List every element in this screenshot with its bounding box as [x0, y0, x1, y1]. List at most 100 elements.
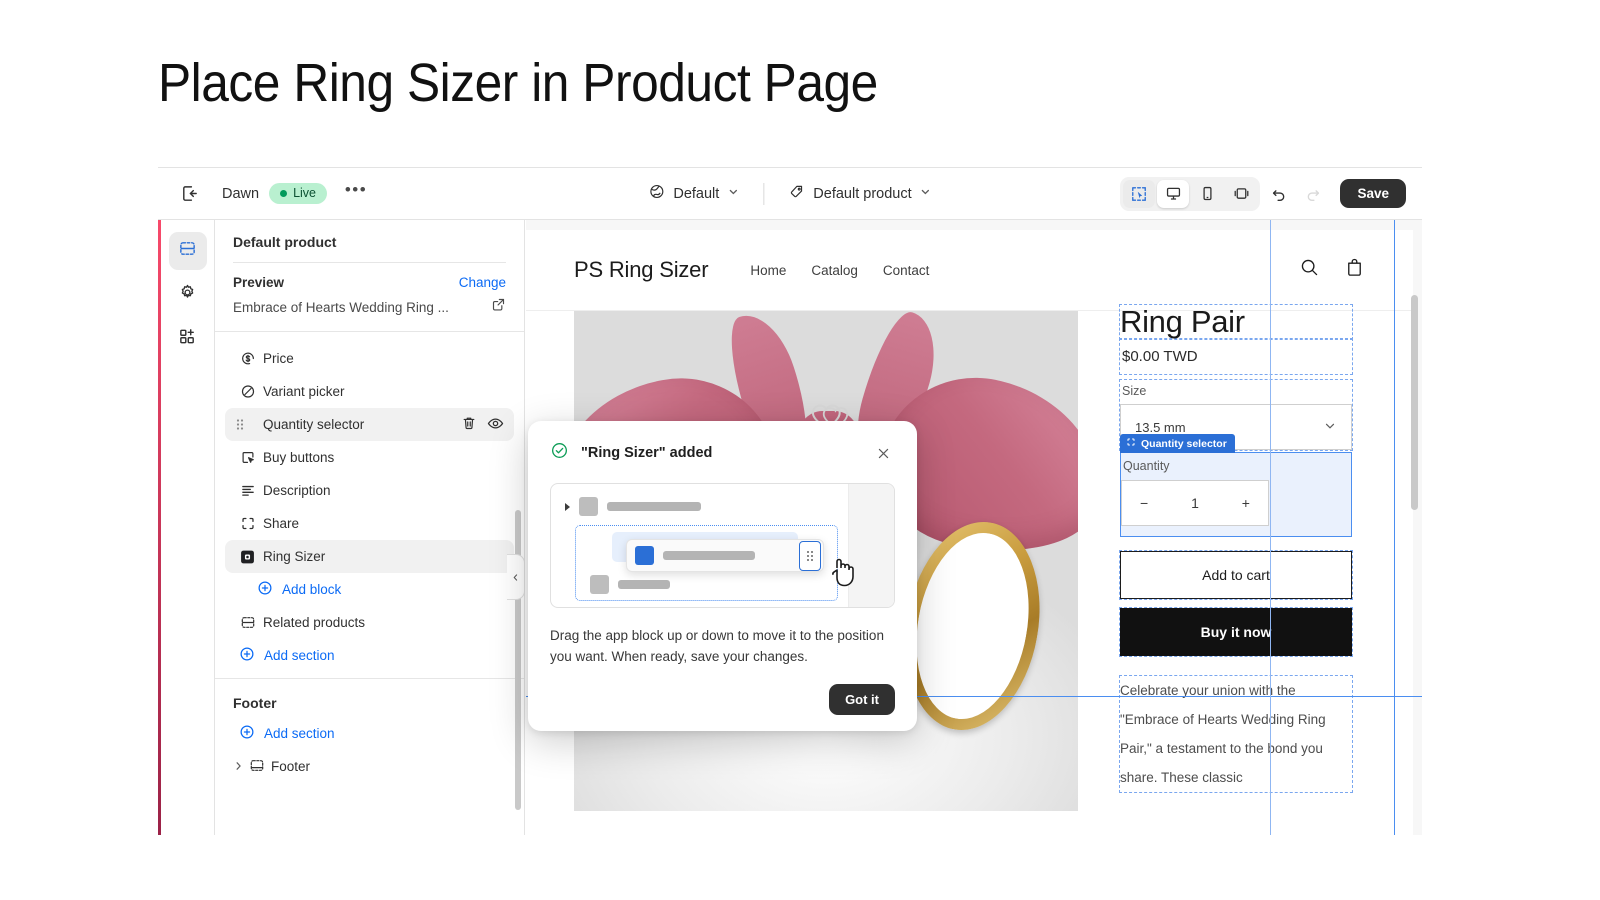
tag-icon — [788, 183, 805, 204]
placeholder-bar — [663, 551, 755, 560]
save-button[interactable]: Save — [1340, 179, 1406, 208]
sidebar-collapse-handle[interactable] — [507, 554, 525, 600]
drag-instruction-illustration — [550, 483, 895, 608]
theme-name[interactable]: Dawn — [222, 186, 259, 202]
section-icon — [239, 614, 256, 631]
drop-zone — [575, 525, 854, 601]
sidebar-block-variant-picker[interactable]: Variant picker — [225, 375, 514, 408]
buy-button-icon — [239, 449, 256, 466]
editor-topbar: Dawn Live ••• Default Default product Sa… — [158, 168, 1422, 220]
desktop-view-button[interactable] — [1157, 179, 1190, 208]
caret-right-icon — [565, 502, 570, 511]
dragging-app-block — [626, 539, 824, 572]
sidebar-section-related-products[interactable]: Related products — [225, 606, 514, 639]
status-dot-icon — [280, 189, 288, 197]
store-header-icons — [1299, 257, 1365, 283]
illustration-canvas — [551, 484, 854, 607]
sidebar-block-label: Variant picker — [263, 384, 345, 399]
select-tool-button[interactable] — [1123, 179, 1156, 208]
preview-section: Preview Change Embrace of Hearts Wedding… — [215, 263, 524, 331]
add-section-button[interactable]: Add section — [225, 639, 514, 672]
nav-link-catalog[interactable]: Catalog — [811, 263, 858, 278]
footer-group-heading: Footer — [215, 678, 524, 715]
product-price[interactable]: $0.00 TWD — [1119, 338, 1353, 376]
trash-icon[interactable] — [461, 415, 477, 434]
app-added-modal: "Ring Sizer" added Drag the app block up… — [528, 421, 917, 731]
quantity-value[interactable]: 1 — [1191, 495, 1199, 511]
placeholder-bar — [607, 502, 701, 511]
block-list: Price Variant picker Quantity selector B… — [215, 331, 524, 678]
quantity-increase-button[interactable]: + — [1242, 495, 1250, 511]
storefront-header: PS Ring Sizer Home Catalog Contact — [526, 230, 1413, 311]
fullwidth-view-button[interactable] — [1225, 180, 1257, 208]
more-menu-button[interactable]: ••• — [343, 180, 369, 207]
got-it-button[interactable]: Got it — [829, 683, 895, 715]
store-nav: Home Catalog Contact — [750, 263, 929, 278]
sidebar-block-quantity-selector[interactable]: Quantity selector — [225, 408, 514, 441]
template-selector[interactable]: Default product — [778, 178, 941, 209]
settings-tab[interactable] — [169, 276, 207, 314]
footer-group: Add section Footer — [215, 715, 524, 783]
store-logo[interactable]: PS Ring Sizer — [574, 257, 709, 283]
close-icon[interactable] — [871, 441, 895, 465]
sections-icon — [178, 239, 197, 263]
cart-icon[interactable] — [1344, 257, 1365, 283]
product-title[interactable]: Ring Pair — [1119, 303, 1353, 341]
editor-rail — [161, 220, 215, 835]
add-section-label: Add section — [264, 648, 335, 663]
locale-selector[interactable]: Default — [638, 178, 749, 209]
plus-circle-icon — [257, 580, 273, 599]
nav-link-home[interactable]: Home — [750, 263, 786, 278]
drag-dots-icon[interactable] — [235, 417, 245, 432]
sidebar-block-label: Ring Sizer — [263, 549, 326, 564]
sidebar-section-footer[interactable]: Footer — [225, 750, 514, 783]
sidebar-block-share[interactable]: Share — [225, 507, 514, 540]
globe-icon — [648, 183, 665, 204]
preview-label: Preview — [233, 275, 285, 290]
sidebar-block-label: Price — [263, 351, 294, 366]
check-circle-icon — [550, 441, 569, 465]
mobile-view-button[interactable] — [1191, 180, 1223, 208]
app-block-square — [635, 546, 654, 565]
sidebar-block-price[interactable]: Price — [225, 342, 514, 375]
canvas-scrollbar[interactable] — [1411, 295, 1418, 510]
theme-editor-window: Dawn Live ••• Default Default product Sa… — [158, 167, 1422, 835]
redo-icon — [1298, 179, 1328, 209]
illustration-row-bottom — [590, 575, 670, 594]
chevron-down-icon — [727, 186, 739, 202]
sidebar-block-buy-buttons[interactable]: Buy buttons — [225, 441, 514, 474]
sidebar-block-actions — [461, 415, 504, 435]
external-link-icon[interactable] — [491, 297, 506, 317]
locale-selector-label: Default — [673, 185, 720, 202]
preview-change-link[interactable]: Change — [459, 275, 506, 290]
sidebar-block-label: Description — [263, 483, 331, 498]
placeholder-square — [590, 575, 609, 594]
modal-title: "Ring Sizer" added — [581, 445, 713, 461]
quantity-label: Quantity — [1123, 459, 1170, 474]
quantity-stepper[interactable]: − 1 + — [1121, 480, 1269, 527]
drag-handle-icon — [799, 541, 821, 571]
sections-tab[interactable] — [168, 232, 207, 270]
topbar-divider — [763, 182, 765, 205]
add-block-button[interactable]: Add block — [225, 573, 514, 606]
quantity-selector-block[interactable]: Quantity selector Quantity − 1 + — [1120, 434, 1352, 538]
chevron-right-icon[interactable] — [233, 759, 244, 774]
sidebar-block-ring-sizer[interactable]: Ring Sizer — [225, 540, 514, 573]
eye-icon[interactable] — [487, 415, 504, 435]
size-option-label: Size — [1122, 384, 1147, 399]
product-description[interactable]: Celebrate your union with the "Embrace o… — [1119, 675, 1353, 794]
exit-icon[interactable] — [174, 179, 204, 209]
search-icon[interactable] — [1299, 257, 1320, 283]
buy-it-now-button[interactable]: Buy it now — [1119, 607, 1353, 658]
sidebar-block-description[interactable]: Description — [225, 474, 514, 507]
guide-line-vertical-right — [1394, 220, 1395, 835]
undo-icon[interactable] — [1264, 179, 1294, 209]
add-to-cart-button[interactable]: Add to cart — [1119, 550, 1353, 601]
sidebar-heading: Default product — [233, 234, 337, 250]
quantity-decrease-button[interactable]: − — [1140, 495, 1148, 511]
product-info: Ring Pair $0.00 TWD Size 13.5 mm Quantit… — [1119, 303, 1353, 811]
nav-link-contact[interactable]: Contact — [883, 263, 930, 278]
selected-block-badge-label: Quantity selector — [1141, 437, 1227, 450]
footer-add-section-button[interactable]: Add section — [225, 717, 514, 750]
apps-tab[interactable] — [169, 320, 207, 358]
